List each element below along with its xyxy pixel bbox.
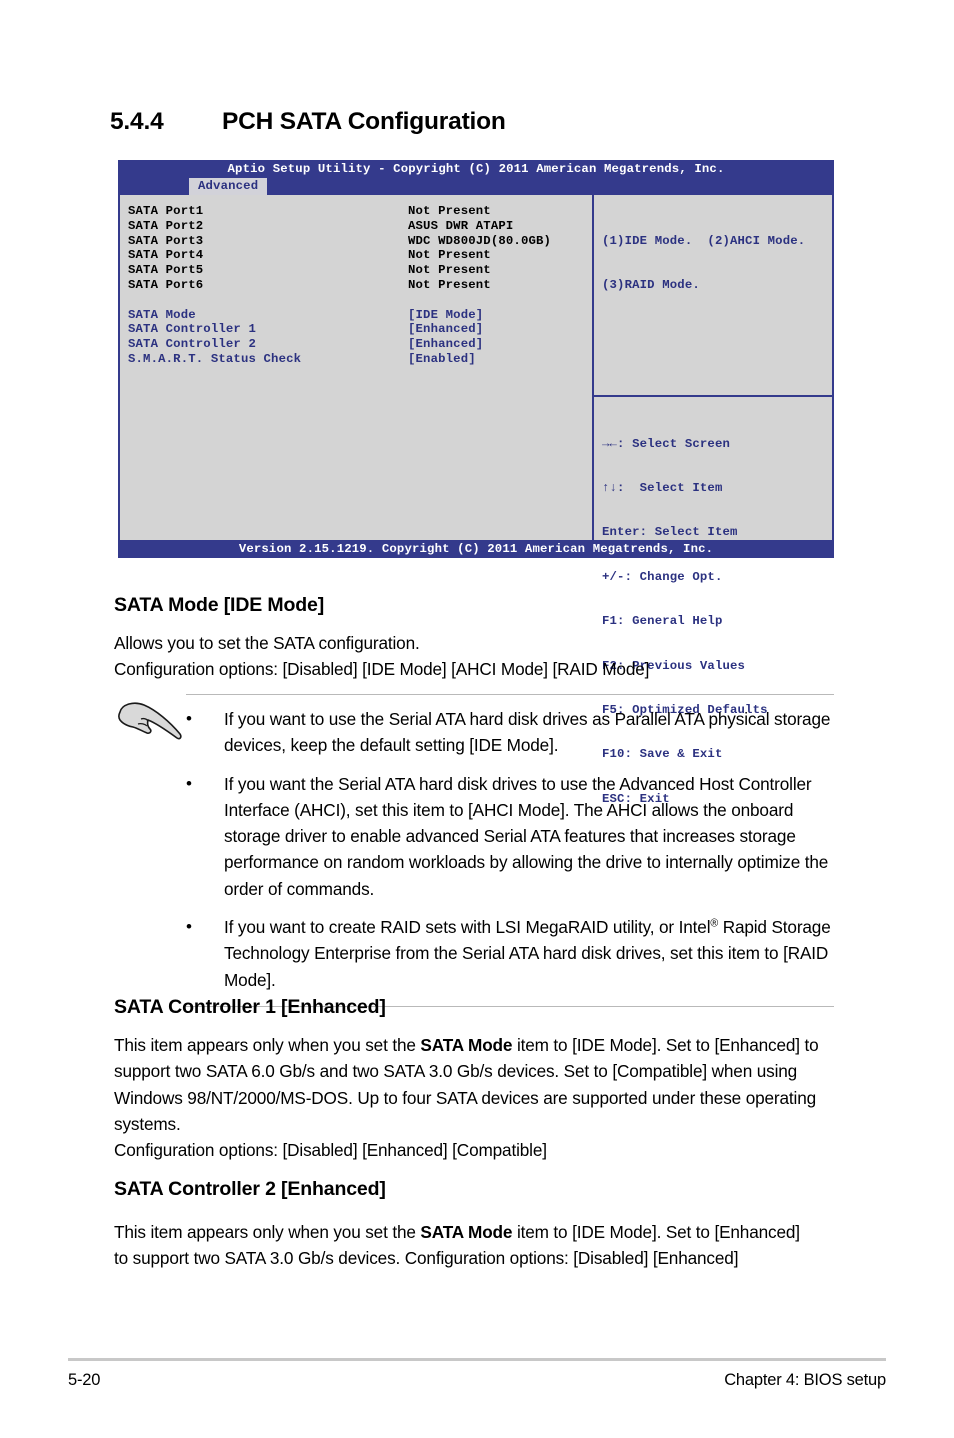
bios-setting-sata-mode[interactable]: SATA Mode [IDE Mode] bbox=[128, 308, 592, 323]
bios-body: SATA Port1 Not Present SATA Port2 ASUS D… bbox=[118, 195, 834, 806]
bios-setting-sata-controller-1[interactable]: SATA Controller 1 [Enhanced] bbox=[128, 322, 592, 337]
bios-port-value: Not Present bbox=[408, 263, 491, 278]
bios-help-line: (1)IDE Mode. (2)AHCI Mode. bbox=[602, 233, 806, 248]
bios-setting-value: [Enhanced] bbox=[408, 337, 484, 352]
bios-setting-label: S.M.A.R.T. Status Check bbox=[128, 351, 302, 366]
bios-port-value: Not Present bbox=[408, 248, 491, 263]
bios-setting-value: [Enhanced] bbox=[408, 322, 484, 337]
key-legend-change-opt: +/-: Change Opt. bbox=[602, 569, 723, 584]
sata-mode-description: Allows you to set the SATA configuration… bbox=[114, 630, 838, 683]
note-item: • If you want to create RAID sets with L… bbox=[186, 914, 834, 993]
bios-help-panel: (1)IDE Mode. (2)AHCI Mode. (3)RAID Mode. bbox=[594, 195, 832, 397]
bios-port-row: SATA Port1 Not Present bbox=[128, 204, 592, 219]
note-item-text: If you want to use the Serial ATA hard d… bbox=[224, 709, 831, 756]
bios-port-label: SATA Port4 bbox=[128, 248, 204, 263]
sata-controller-2-description: This item appears only when you set the … bbox=[114, 1219, 814, 1272]
sata-mode-desc-line2: Configuration options: [Disabled] [IDE M… bbox=[114, 659, 650, 680]
key-legend-select-screen: →←: Select Screen bbox=[602, 436, 730, 451]
bios-setting-sata-controller-2[interactable]: SATA Controller 2 [Enhanced] bbox=[128, 337, 592, 352]
bullet-icon: • bbox=[186, 773, 192, 793]
section-title: PCH SATA Configuration bbox=[222, 108, 506, 135]
footer-divider bbox=[68, 1358, 886, 1361]
bios-port-label: SATA Port2 bbox=[128, 218, 204, 233]
bios-port-row: SATA Port3 WDC WD800JD(80.0GB) bbox=[128, 234, 592, 249]
note-item: • If you want the Serial ATA hard disk d… bbox=[186, 771, 834, 902]
bios-port-row: SATA Port2 ASUS DWR ATAPI bbox=[128, 219, 592, 234]
note-item-text-part1: If you want to create RAID sets with LSI… bbox=[224, 917, 711, 938]
c1-text-a: This item appears only when you set the bbox=[114, 1035, 421, 1055]
key-legend-enter: Enter: Select Item bbox=[602, 525, 738, 540]
bios-help-line: (3)RAID Mode. bbox=[602, 277, 700, 292]
bios-setting-value: [Enabled] bbox=[408, 351, 476, 366]
section-number: 5.4.4 bbox=[110, 108, 164, 135]
bios-setting-label: SATA Controller 2 bbox=[128, 337, 256, 352]
footer-chapter-label: Chapter 4: BIOS setup bbox=[724, 1371, 886, 1389]
bios-port-label: SATA Port3 bbox=[128, 233, 204, 248]
bullet-icon: • bbox=[186, 709, 192, 728]
sata-controller-1-heading: SATA Controller 1 [Enhanced] bbox=[114, 996, 386, 1018]
c2-text-bold: SATA Mode bbox=[420, 1222, 513, 1242]
note-item-text: If you want the Serial ATA hard disk dri… bbox=[224, 773, 829, 899]
bios-screenshot: Aptio Setup Utility - Copyright (C) 2011… bbox=[118, 160, 834, 806]
bios-port-label: SATA Port5 bbox=[128, 263, 204, 278]
key-legend-f1: F1: General Help bbox=[602, 614, 723, 629]
key-legend-select-item: ↑↓: Select Item bbox=[602, 480, 723, 495]
bios-port-row: SATA Port4 Not Present bbox=[128, 248, 592, 263]
sata-mode-desc-line1: Allows you to set the SATA configuration… bbox=[114, 633, 420, 653]
note-hand-icon bbox=[112, 698, 188, 754]
note-item-text: If you want to create RAID sets with LSI… bbox=[224, 914, 834, 993]
sata-controller-1-description: This item appears only when you set the … bbox=[114, 1032, 838, 1163]
bios-port-row: SATA Port5 Not Present bbox=[128, 263, 592, 278]
bios-tabbar: Advanced bbox=[118, 178, 834, 195]
sata-mode-heading: SATA Mode [IDE Mode] bbox=[114, 594, 325, 616]
page-title: 5.4.4 PCH SATA Configuration bbox=[110, 108, 850, 136]
bios-setting-label: SATA Controller 1 bbox=[128, 322, 256, 337]
note-item: • If you want to use the Serial ATA hard… bbox=[186, 706, 834, 759]
bios-side-panel: (1)IDE Mode. (2)AHCI Mode. (3)RAID Mode.… bbox=[594, 195, 832, 806]
bios-setting-label: SATA Mode bbox=[128, 307, 196, 322]
bios-port-label: SATA Port1 bbox=[128, 204, 204, 218]
bios-port-value: Not Present bbox=[408, 277, 491, 292]
bios-port-value: WDC WD800JD(80.0GB) bbox=[408, 233, 552, 248]
tab-advanced[interactable]: Advanced bbox=[189, 178, 268, 195]
bios-port-row: SATA Port6 Not Present bbox=[128, 278, 592, 293]
footer-page-number: 5-20 bbox=[68, 1371, 101, 1389]
c1-text-bold: SATA Mode bbox=[420, 1035, 513, 1055]
sata-controller-2-heading: SATA Controller 2 [Enhanced] bbox=[114, 1178, 386, 1200]
bios-item-list: SATA Port1 Not Present SATA Port2 ASUS D… bbox=[120, 195, 594, 540]
bios-port-label: SATA Port6 bbox=[128, 277, 204, 292]
note-block: • If you want to use the Serial ATA hard… bbox=[186, 694, 834, 1007]
bullet-icon: • bbox=[186, 917, 192, 937]
c1-options: Configuration options: [Disabled] [Enhan… bbox=[114, 1140, 547, 1161]
bios-setting-value: [IDE Mode] bbox=[408, 307, 484, 322]
bios-setting-smart-status-check[interactable]: S.M.A.R.T. Status Check [Enabled] bbox=[128, 352, 592, 367]
bios-port-value: Not Present bbox=[408, 204, 491, 218]
registered-mark-icon: ® bbox=[710, 917, 719, 930]
c2-text-a: This item appears only when you set the bbox=[114, 1222, 421, 1242]
bios-titlebar: Aptio Setup Utility - Copyright (C) 2011… bbox=[118, 160, 834, 178]
bios-port-value: ASUS DWR ATAPI bbox=[408, 218, 514, 233]
